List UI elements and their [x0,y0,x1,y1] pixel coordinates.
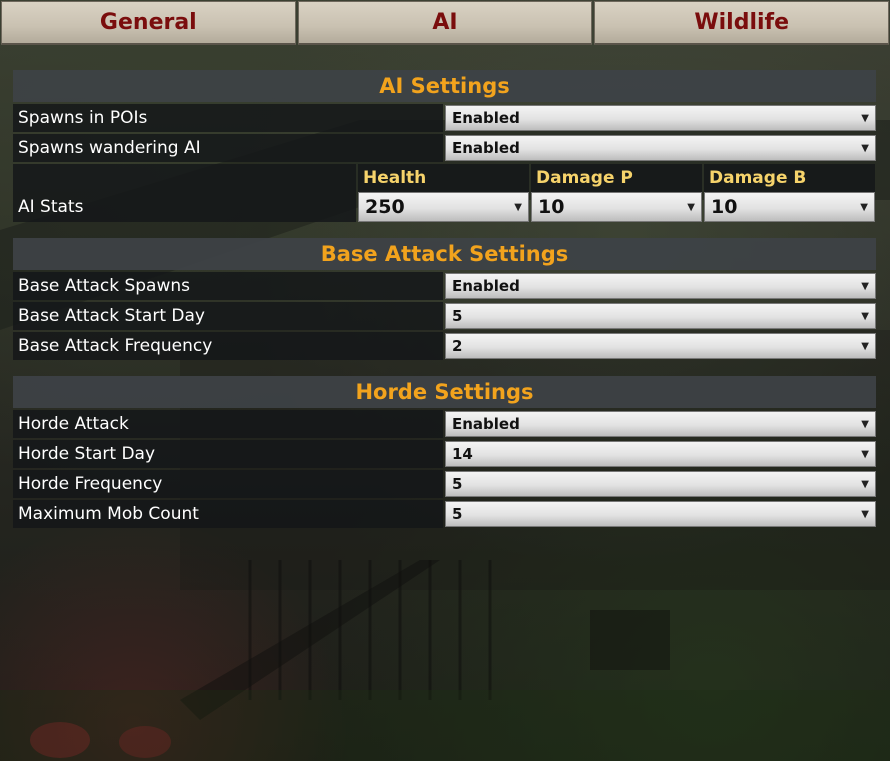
tab-ai[interactable]: AI [297,1,593,45]
chevron-down-icon: ▼ [861,142,869,154]
horde-start-day-dropdown[interactable]: 14 ▼ [445,441,876,467]
horde-attack-dropdown[interactable]: Enabled ▼ [445,411,876,437]
chevron-down-icon: ▼ [861,280,869,292]
setting-label: Base Attack Spawns [13,272,443,300]
maximum-mob-count-dropdown[interactable]: 5 ▼ [445,501,876,527]
damage-p-column-header: Damage P [531,164,702,192]
dropdown-value: 250 [365,196,405,218]
setting-label: Horde Attack [13,410,443,438]
dropdown-value: Enabled [452,415,520,433]
dropdown-value: 5 [452,475,463,493]
horde-frequency-dropdown[interactable]: 5 ▼ [445,471,876,497]
section-title-horde: Horde Settings [13,376,876,408]
dropdown-value: Enabled [452,109,520,127]
ai-stats-row: AI Stats 250 ▼ 10 ▼ 10 ▼ [13,192,876,222]
chevron-down-icon: ▼ [861,478,869,490]
setting-row: Base Attack Frequency 2 ▼ [13,332,876,360]
spawns-wandering-ai-dropdown[interactable]: Enabled ▼ [445,135,876,161]
setting-label: Horde Frequency [13,470,443,498]
chevron-down-icon: ▼ [861,310,869,322]
setting-label: Base Attack Frequency [13,332,443,360]
spawns-in-pois-dropdown[interactable]: Enabled ▼ [445,105,876,131]
setting-row: Horde Attack Enabled ▼ [13,410,876,438]
setting-row: Horde Frequency 5 ▼ [13,470,876,498]
health-dropdown[interactable]: 250 ▼ [358,192,529,222]
chevron-down-icon: ▼ [861,340,869,352]
tab-bar: General AI Wildlife [0,0,890,47]
setting-row: Spawns in POIs Enabled ▼ [13,104,876,132]
dropdown-value: 5 [452,505,463,523]
setting-label: Horde Start Day [13,440,443,468]
health-column-header: Health [358,164,529,192]
setting-row: Base Attack Spawns Enabled ▼ [13,272,876,300]
setting-row: Horde Start Day 14 ▼ [13,440,876,468]
setting-row: Maximum Mob Count 5 ▼ [13,500,876,528]
tab-wildlife[interactable]: Wildlife [594,1,890,45]
setting-label: Spawns in POIs [13,104,443,132]
base-attack-frequency-dropdown[interactable]: 2 ▼ [445,333,876,359]
dropdown-value: Enabled [452,139,520,157]
chevron-down-icon: ▼ [861,112,869,124]
chevron-down-icon: ▼ [687,201,695,213]
chevron-down-icon: ▼ [861,448,869,460]
setting-label: Maximum Mob Count [13,500,443,528]
settings-panel: AI Settings Spawns in POIs Enabled ▼ Spa… [13,70,876,528]
chevron-down-icon: ▼ [514,201,522,213]
dropdown-value: 10 [711,196,738,218]
dropdown-value: 14 [452,445,473,463]
chevron-down-icon: ▼ [861,508,869,520]
ai-stats-header: Health Damage P Damage B [13,164,876,192]
section-title-base-attack: Base Attack Settings [13,238,876,270]
damage-p-dropdown[interactable]: 10 ▼ [531,192,702,222]
damage-b-column-header: Damage B [704,164,875,192]
setting-row: Spawns wandering AI Enabled ▼ [13,134,876,162]
base-attack-spawns-dropdown[interactable]: Enabled ▼ [445,273,876,299]
chevron-down-icon: ▼ [861,418,869,430]
dropdown-value: Enabled [452,277,520,295]
dropdown-value: 10 [538,196,565,218]
setting-label: Spawns wandering AI [13,134,443,162]
dropdown-value: 2 [452,337,463,355]
damage-b-dropdown[interactable]: 10 ▼ [704,192,875,222]
section-title-ai: AI Settings [13,70,876,102]
setting-label: AI Stats [13,192,356,222]
setting-label: Base Attack Start Day [13,302,443,330]
dropdown-value: 5 [452,307,463,325]
tab-general[interactable]: General [1,1,296,45]
chevron-down-icon: ▼ [860,201,868,213]
base-attack-start-day-dropdown[interactable]: 5 ▼ [445,303,876,329]
setting-row: Base Attack Start Day 5 ▼ [13,302,876,330]
